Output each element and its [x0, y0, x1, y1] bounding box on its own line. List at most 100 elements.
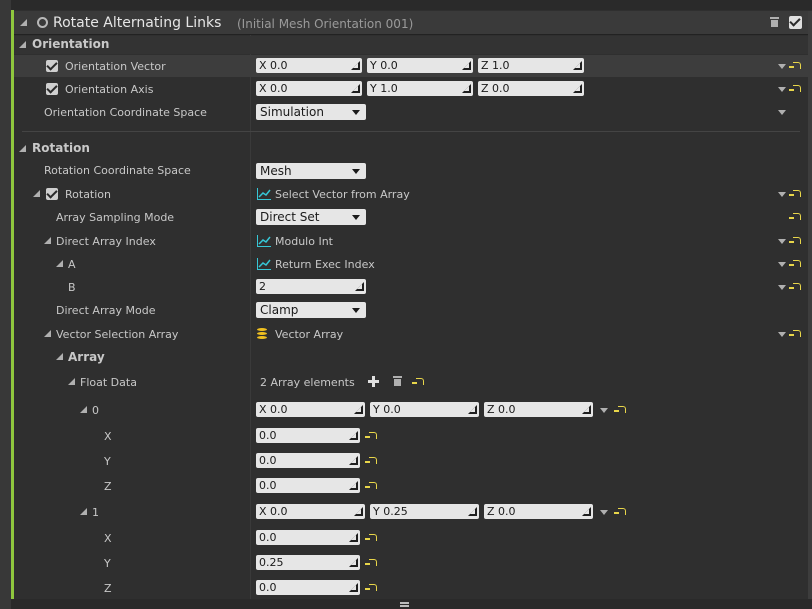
vector-array-value[interactable]: Vector Array — [275, 328, 343, 341]
orientation-axis-row[interactable]: Orientation Axis X 0.0 Y 1.0 Z 0.0 — [14, 78, 808, 100]
reset-icon[interactable] — [789, 62, 801, 69]
direct-index-row[interactable]: Direct Array Index Modulo Int — [14, 230, 808, 252]
reset-icon[interactable] — [789, 260, 801, 267]
element-0-x-input[interactable]: 0.0 — [256, 428, 360, 443]
direct-index-value[interactable]: Modulo Int — [275, 235, 333, 248]
element-1-y[interactable]: Y 0.25 — [370, 504, 479, 519]
section-rotation[interactable]: Rotation — [14, 140, 808, 158]
orientation-coord-row[interactable]: Orientation Coordinate Space Simulation — [14, 101, 808, 123]
element-1-y-row[interactable]: Y 0.25 — [14, 552, 808, 574]
array-row[interactable]: Array — [14, 347, 808, 367]
orientation-vector-x[interactable]: X 0.0 — [256, 58, 362, 73]
collapse-icon[interactable] — [56, 353, 63, 360]
section-orientation[interactable]: Orientation — [14, 36, 808, 54]
orientation-coord-dropdown[interactable]: Simulation — [256, 104, 366, 120]
resize-grip-icon[interactable] — [400, 605, 409, 607]
reset-icon[interactable] — [789, 283, 801, 290]
orientation-axis-y[interactable]: Y 1.0 — [367, 81, 473, 96]
module-enable-checkbox[interactable] — [789, 16, 802, 29]
vector-array-row[interactable]: Vector Selection Array Vector Array — [14, 323, 808, 345]
reset-icon[interactable] — [365, 482, 377, 489]
options-icon[interactable] — [778, 192, 786, 197]
options-icon[interactable] — [778, 285, 786, 290]
element-1-x-input[interactable]: 0.0 — [256, 530, 360, 545]
collapse-icon[interactable] — [19, 145, 26, 152]
param-a-row[interactable]: A Return Exec Index — [14, 253, 808, 275]
resize-grip-icon[interactable] — [400, 602, 409, 604]
options-icon[interactable] — [778, 64, 786, 69]
reset-icon[interactable] — [789, 213, 801, 220]
collapse-icon[interactable] — [44, 237, 51, 244]
orientation-vector-z[interactable]: Z 1.0 — [478, 58, 584, 73]
options-icon[interactable] — [600, 408, 608, 413]
element-0-y-row[interactable]: Y 0.0 — [14, 450, 808, 472]
reset-icon[interactable] — [789, 330, 801, 337]
orientation-vector-checkbox[interactable] — [46, 60, 58, 72]
element-1-x-row[interactable]: X 0.0 — [14, 527, 808, 549]
collapse-icon[interactable] — [20, 19, 27, 26]
options-icon[interactable] — [778, 262, 786, 267]
collapse-icon[interactable] — [56, 260, 63, 267]
orientation-axis-z[interactable]: Z 0.0 — [478, 81, 584, 96]
reset-icon[interactable] — [365, 559, 377, 566]
element-0-y-input[interactable]: 0.0 — [256, 453, 360, 468]
reset-icon[interactable] — [365, 432, 377, 439]
sampling-mode-row[interactable]: Array Sampling Mode Direct Set — [14, 206, 808, 228]
options-icon[interactable] — [778, 332, 786, 337]
rotation-coord-row[interactable]: Rotation Coordinate Space Mesh — [14, 160, 808, 182]
direct-mode-row[interactable]: Direct Array Mode Clamp — [14, 299, 808, 321]
element-0-z-input[interactable]: 0.0 — [256, 478, 360, 493]
param-b-row[interactable]: B 2 — [14, 276, 808, 298]
element-1-z-input[interactable]: 0.0 — [256, 580, 360, 595]
dynamic-input-icon — [257, 258, 271, 270]
element-0-z-row[interactable]: Z 0.0 — [14, 475, 808, 497]
module-header[interactable]: Rotate Alternating Links (Initial Mesh O… — [14, 11, 808, 35]
rotation-coord-dropdown[interactable]: Mesh — [256, 163, 366, 179]
element-0-row[interactable]: 0 X 0.0 Y 0.0 Z 0.0 — [14, 399, 808, 421]
float-data-row[interactable]: Float Data 2 Array elements — [14, 371, 808, 393]
collapse-icon[interactable] — [19, 41, 26, 48]
orientation-vector-y[interactable]: Y 0.0 — [367, 58, 473, 73]
element-1-row[interactable]: 1 X 0.0 Y 0.25 Z 0.0 — [14, 501, 808, 523]
reset-icon[interactable] — [412, 378, 424, 385]
element-1-z[interactable]: Z 0.0 — [484, 504, 593, 519]
collapse-icon[interactable] — [33, 190, 40, 197]
collapse-icon[interactable] — [68, 378, 75, 385]
float-data-label: Float Data — [80, 376, 137, 389]
options-icon[interactable] — [778, 87, 786, 92]
reset-icon[interactable] — [365, 584, 377, 591]
add-icon[interactable] — [368, 376, 379, 387]
element-0-x-row[interactable]: X 0.0 — [14, 425, 808, 447]
orientation-axis-x[interactable]: X 0.0 — [256, 81, 362, 96]
element-0-y[interactable]: Y 0.0 — [370, 402, 479, 417]
element-1-x[interactable]: X 0.0 — [256, 504, 365, 519]
reset-icon[interactable] — [789, 85, 801, 92]
collapse-icon[interactable] — [44, 330, 51, 337]
reset-icon[interactable] — [365, 534, 377, 541]
reset-icon[interactable] — [789, 190, 801, 197]
param-a-label: A — [68, 258, 76, 271]
element-1-y-input[interactable]: 0.25 — [256, 555, 360, 570]
orientation-vector-row[interactable]: Orientation Vector X 0.0 Y 0.0 Z 1.0 — [14, 55, 808, 77]
reset-icon[interactable] — [365, 457, 377, 464]
rotation-checkbox[interactable] — [46, 188, 58, 200]
reset-icon[interactable] — [789, 237, 801, 244]
reset-icon[interactable] — [614, 508, 626, 515]
rotation-value[interactable]: Select Vector from Array — [275, 188, 410, 201]
element-0-z[interactable]: Z 0.0 — [484, 402, 593, 417]
options-icon[interactable] — [778, 110, 786, 115]
collapse-icon[interactable] — [80, 406, 87, 413]
orientation-axis-checkbox[interactable] — [46, 83, 58, 95]
param-b-input[interactable]: 2 — [256, 279, 366, 294]
scrollbar[interactable] — [808, 11, 812, 599]
param-a-value[interactable]: Return Exec Index — [275, 258, 375, 271]
reset-icon[interactable] — [614, 406, 626, 413]
element-1-z-row[interactable]: Z 0.0 — [14, 577, 808, 599]
options-icon[interactable] — [600, 510, 608, 515]
collapse-icon[interactable] — [80, 508, 87, 515]
element-0-x[interactable]: X 0.0 — [256, 402, 365, 417]
options-icon[interactable] — [778, 239, 786, 244]
sampling-mode-dropdown[interactable]: Direct Set — [256, 209, 366, 225]
rotation-row[interactable]: Rotation Select Vector from Array — [14, 183, 808, 205]
direct-mode-dropdown[interactable]: Clamp — [256, 302, 366, 318]
